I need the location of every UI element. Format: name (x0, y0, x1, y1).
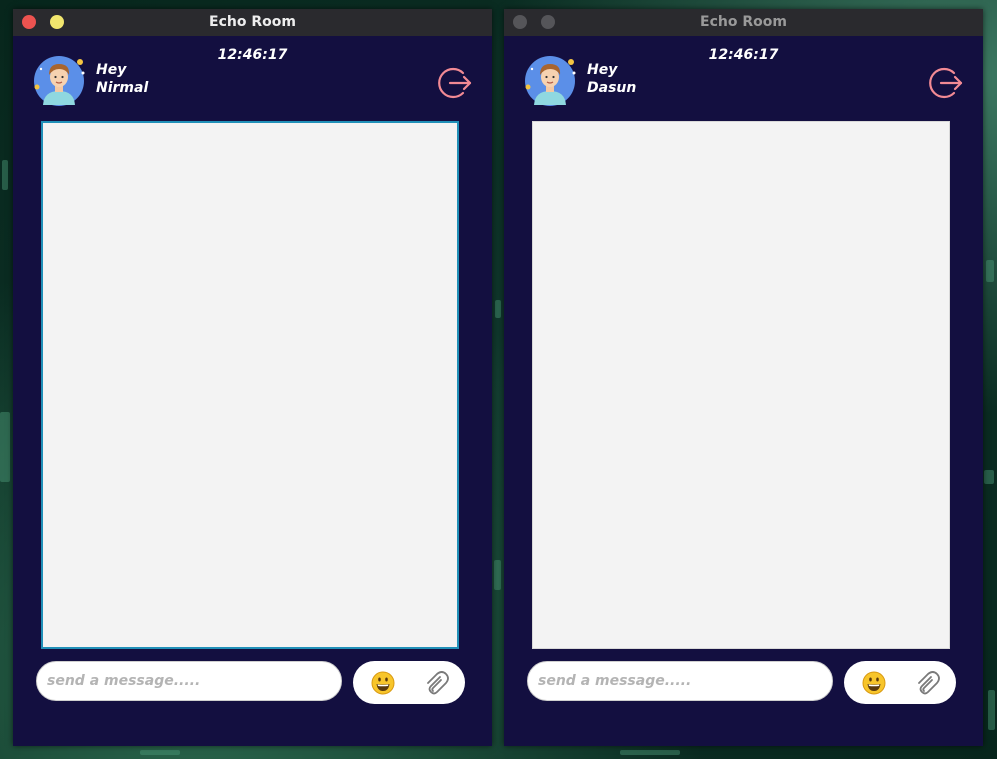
message-actions (353, 661, 465, 704)
greeting-username: Dasun (587, 80, 637, 96)
emoji-button[interactable] (371, 671, 395, 695)
greeting: Hey Nirmal (96, 61, 148, 97)
greeting: Hey Dasun (587, 61, 636, 97)
title-bar[interactable]: Echo Room (13, 9, 492, 36)
message-area[interactable] (532, 121, 950, 649)
title-bar[interactable]: Echo Room (504, 9, 983, 36)
message-input[interactable] (36, 661, 342, 701)
window-title: Echo Room (700, 14, 787, 30)
message-input[interactable] (527, 661, 833, 701)
emoji-button[interactable] (862, 671, 886, 695)
attach-file-button[interactable] (421, 668, 449, 696)
clock: 12:46:17 (708, 47, 779, 63)
clock: 12:46:17 (217, 47, 288, 63)
logout-icon[interactable] (436, 64, 474, 102)
window-title: Echo Room (209, 14, 296, 30)
greeting-username: Nirmal (96, 80, 149, 96)
chat-window-nirmal: Echo Room Hey Nirmal 12:46:17 (13, 9, 492, 746)
message-area[interactable] (41, 121, 459, 649)
attach-file-button[interactable] (912, 668, 940, 696)
logout-icon[interactable] (927, 64, 965, 102)
message-actions (844, 661, 956, 704)
greeting-hey: Hey (587, 62, 618, 78)
chat-window-dasun: Echo Room Hey Dasun 12:46:17 (504, 9, 983, 746)
greeting-hey: Hey (96, 62, 127, 78)
